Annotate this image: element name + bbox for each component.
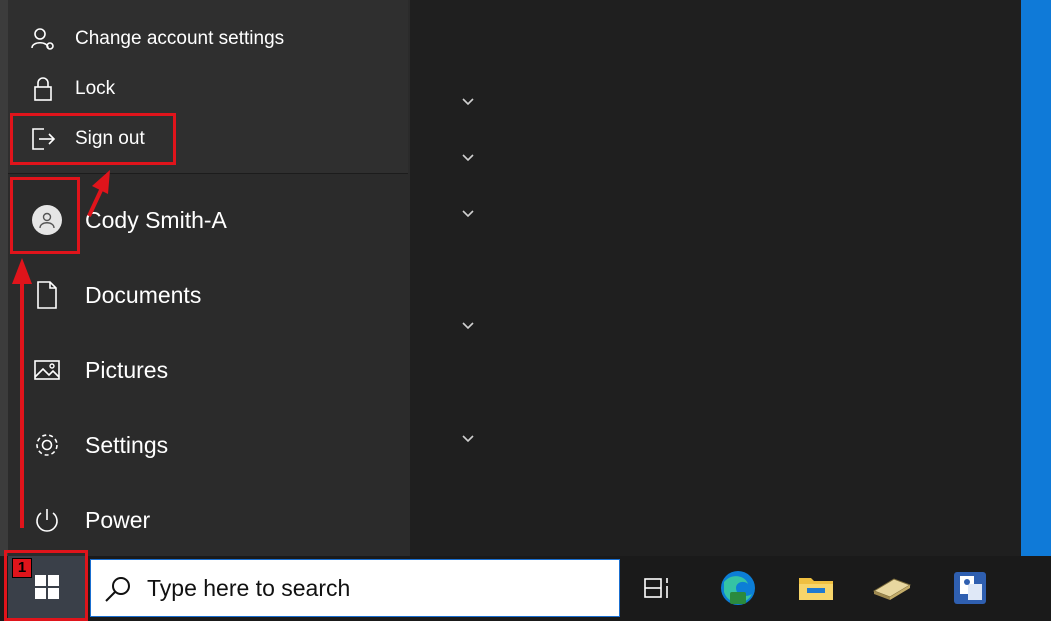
pictures-item[interactable]: Pictures	[8, 339, 408, 401]
search-placeholder: Type here to search	[147, 574, 351, 601]
taskbar: Type here to search	[0, 556, 1051, 621]
documents-label: Documents	[85, 281, 202, 308]
edge-icon[interactable]	[716, 566, 760, 610]
lock-icon	[30, 76, 56, 102]
documents-item[interactable]: Documents	[8, 264, 408, 326]
desktop-background	[1021, 0, 1051, 556]
file-explorer-icon[interactable]	[794, 566, 838, 610]
power-item[interactable]: Power	[8, 489, 408, 551]
settings-item[interactable]: Settings	[8, 414, 408, 476]
user-avatar-highlight	[10, 177, 80, 254]
gear-icon	[32, 430, 62, 460]
change-account-settings-item[interactable]: Change account settings	[8, 15, 408, 63]
chevron-down-icon[interactable]	[460, 96, 476, 108]
chevron-down-icon[interactable]	[460, 208, 476, 220]
account-settings-icon	[30, 26, 56, 52]
app-icon[interactable]	[948, 566, 992, 610]
power-label: Power	[85, 506, 151, 533]
chevron-down-icon[interactable]	[460, 320, 476, 332]
pictures-label: Pictures	[85, 356, 169, 383]
step-number-badge: 1	[12, 558, 32, 578]
search-icon	[105, 577, 130, 602]
user-name: Cody Smith-A	[85, 206, 227, 233]
settings-label: Settings	[85, 431, 169, 458]
start-menu-tiles-pane	[410, 0, 1021, 556]
sign-out-highlight	[10, 113, 176, 165]
search-input[interactable]: Type here to search	[90, 559, 620, 617]
start-menu-edge	[0, 0, 8, 556]
chevron-down-icon[interactable]	[460, 152, 476, 164]
change-account-settings-label: Change account settings	[75, 28, 285, 49]
lock-item[interactable]: Lock	[8, 65, 408, 113]
task-view-icon[interactable]	[636, 566, 680, 610]
lock-label: Lock	[75, 78, 116, 99]
document-icon	[32, 280, 62, 310]
pictures-icon	[32, 355, 62, 385]
chevron-down-icon[interactable]	[460, 433, 476, 445]
scanner-icon[interactable]	[870, 566, 914, 610]
power-icon	[32, 505, 62, 535]
